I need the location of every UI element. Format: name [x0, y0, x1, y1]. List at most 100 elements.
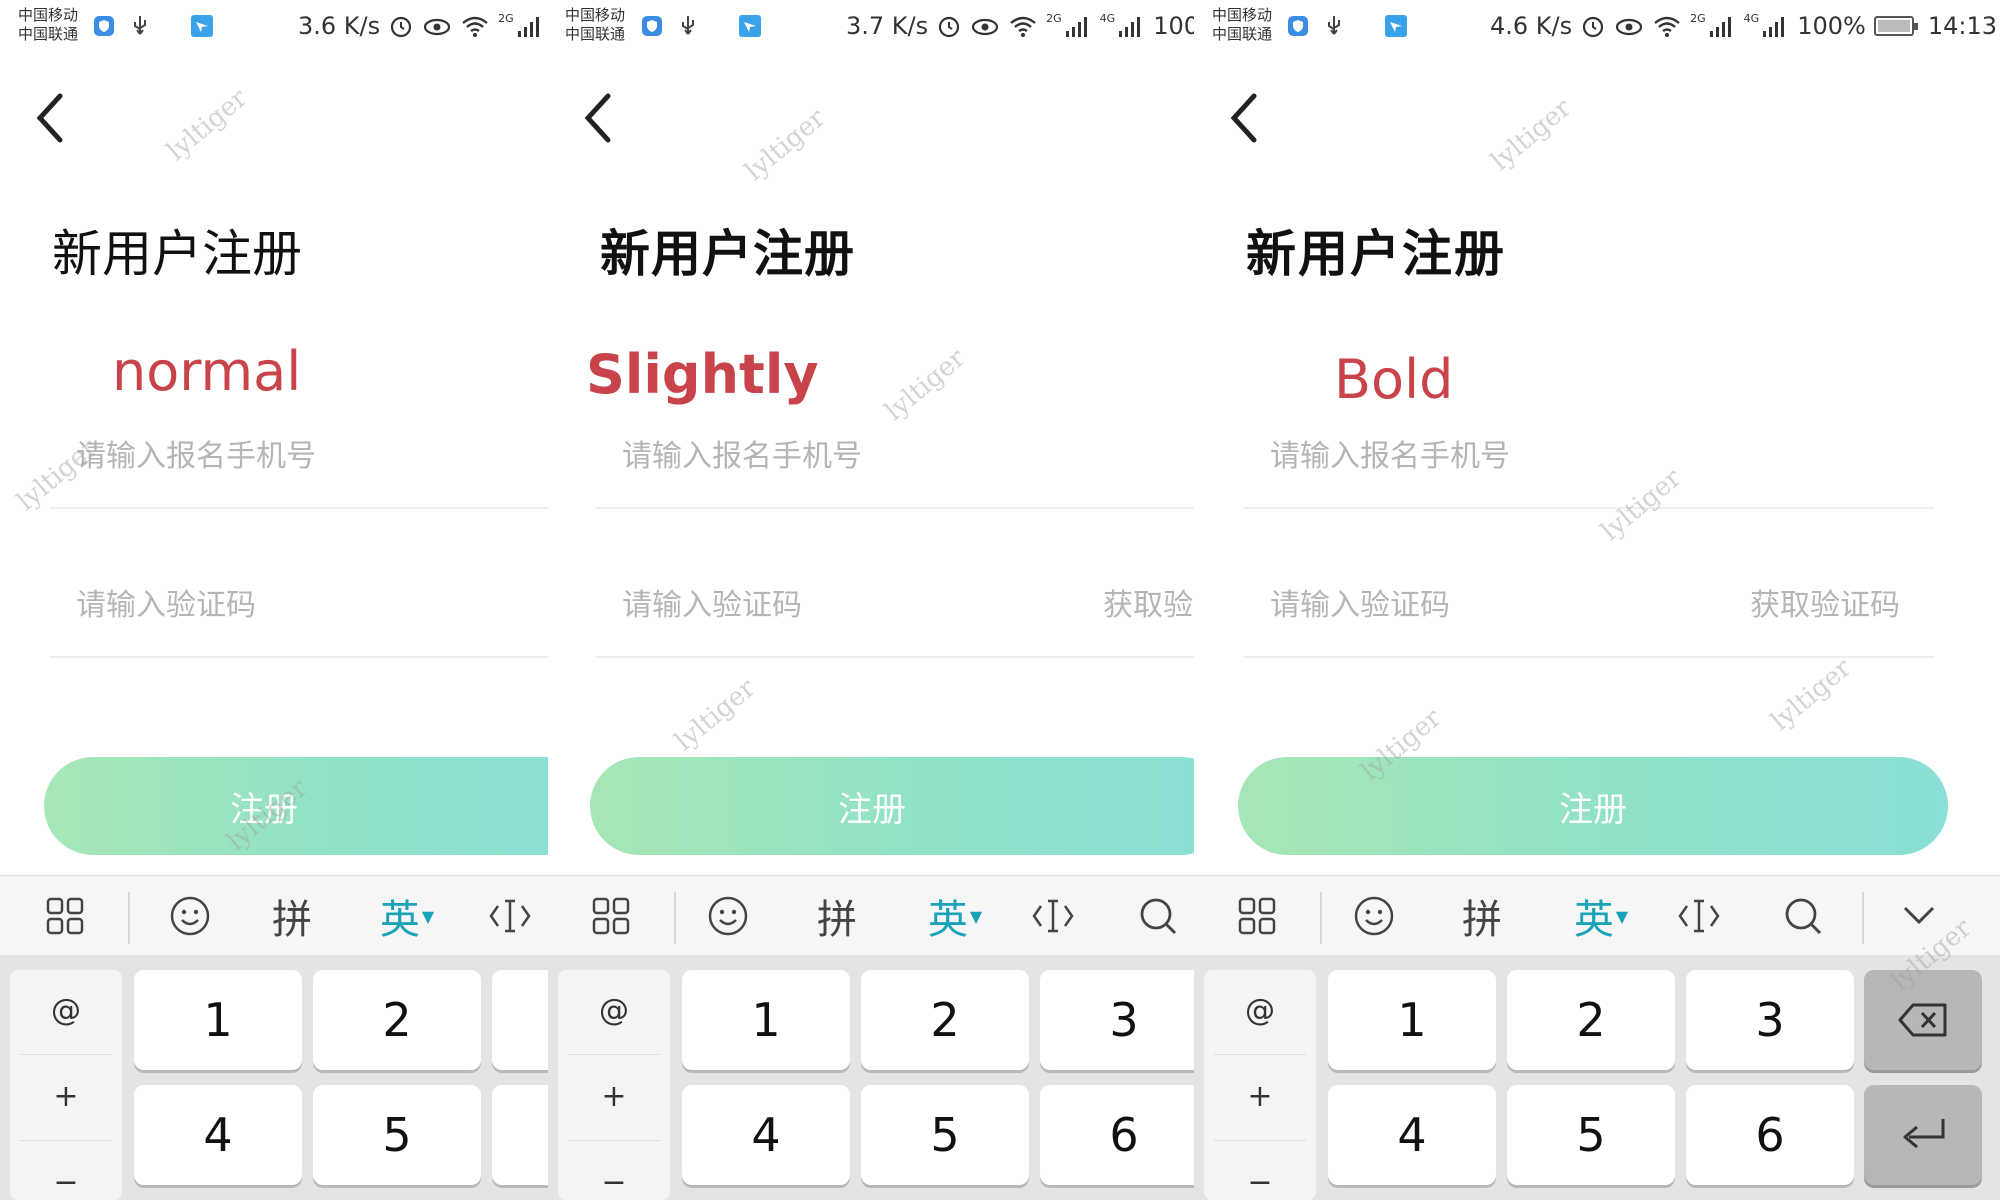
pinyin-key[interactable]: 拼 — [252, 876, 332, 956]
key-5[interactable]: 5 — [861, 1085, 1029, 1185]
get-code-button[interactable]: 获取验证码 — [1750, 580, 1900, 624]
key-2[interactable]: 2 — [313, 970, 481, 1070]
font-weight-label: normal — [112, 340, 302, 403]
grid-icon[interactable] — [1222, 876, 1292, 956]
eye-icon — [972, 18, 999, 36]
watermark: lyltiger — [161, 83, 254, 167]
emoji-icon[interactable] — [150, 876, 230, 956]
wifi-icon — [1010, 16, 1036, 37]
cursor-icon[interactable] — [470, 876, 548, 956]
phone-screen-normal: 中国移动 中国联通 3.6 K/s 2G 新用户注册 normal 请输入报名手… — [0, 0, 548, 1200]
backspace-key[interactable] — [1864, 970, 1982, 1070]
grid-icon[interactable] — [30, 876, 100, 956]
divider — [568, 1054, 660, 1055]
get-code-button[interactable]: 获取验 — [1103, 580, 1193, 624]
symbol-plus-key[interactable]: + — [1204, 1056, 1316, 1136]
alarm-icon — [1583, 16, 1604, 38]
symbol-at-key[interactable]: @ — [10, 970, 122, 1050]
register-button[interactable]: 注册 — [590, 757, 1194, 855]
emoji-icon[interactable] — [1334, 876, 1414, 956]
verification-code-input[interactable]: 请输入验证码 — [76, 580, 256, 650]
key-2[interactable]: 2 — [1507, 970, 1675, 1070]
pinyin-key[interactable]: 拼 — [797, 876, 877, 956]
phone-input[interactable]: 请输入报名手机号 — [1270, 431, 1510, 501]
key-4[interactable]: 4 — [682, 1085, 850, 1185]
cursor-icon[interactable] — [1013, 876, 1093, 956]
status-bar: 中国移动 中国联通 4.6 K/s 2G 4G 100% 14:13 — [1194, 0, 2000, 56]
register-button[interactable]: 注册 — [44, 757, 548, 855]
signal-icon — [517, 17, 539, 37]
key-1[interactable]: 1 — [682, 970, 850, 1070]
english-key[interactable]: 英 ▼ — [362, 876, 452, 956]
emoji-icon[interactable] — [688, 876, 768, 956]
symbol-plus-key[interactable]: + — [10, 1056, 122, 1136]
divider — [20, 1140, 112, 1141]
cursor-icon[interactable] — [1659, 876, 1739, 956]
battery-level: 100% — [1153, 12, 1194, 40]
key-6[interactable]: 6 — [492, 1085, 548, 1185]
grid-icon[interactable] — [576, 876, 646, 956]
verification-code-input[interactable]: 请输入验证码 — [622, 580, 802, 650]
net-type-label: 2G — [1046, 12, 1062, 25]
register-button-label: 注册 — [838, 789, 906, 830]
net-speed: 3.6 K/s — [298, 12, 381, 40]
toolbar-divider — [1862, 892, 1864, 944]
symbol-at-key[interactable]: @ — [558, 970, 670, 1050]
pinyin-key[interactable]: 拼 — [1442, 876, 1522, 956]
back-arrow-icon[interactable] — [30, 90, 70, 146]
usb-icon — [1328, 16, 1340, 35]
collapse-icon[interactable] — [1884, 876, 1954, 956]
key-5[interactable]: 5 — [313, 1085, 481, 1185]
usb-icon — [134, 16, 146, 35]
phone-input[interactable]: 请输入报名手机号 — [622, 431, 862, 501]
carrier-2: 中国联通 — [18, 25, 79, 43]
divider — [1244, 656, 1934, 658]
key-1[interactable]: 1 — [1328, 970, 1496, 1070]
backspace-icon — [1898, 1003, 1947, 1037]
english-key-label: 英 — [379, 897, 420, 943]
symbol-minus-key[interactable]: − — [1204, 1142, 1316, 1200]
toolbar-divider — [674, 892, 676, 944]
verification-code-input[interactable]: 请输入验证码 — [1270, 580, 1450, 650]
carrier-2: 中国联通 — [565, 25, 626, 43]
divider — [50, 656, 548, 658]
page-title: 新用户注册 — [1246, 225, 1506, 283]
phone-input[interactable]: 请输入报名手机号 — [76, 431, 316, 501]
key-6[interactable]: 6 — [1686, 1085, 1854, 1185]
key-3[interactable]: 3 — [492, 970, 548, 1070]
page-title: 新用户注册 — [52, 225, 302, 283]
search-icon[interactable] — [1123, 876, 1193, 956]
english-key[interactable]: 英 ▼ — [910, 876, 1000, 956]
symbol-minus-key[interactable]: − — [558, 1142, 670, 1200]
english-key[interactable]: 英 ▼ — [1556, 876, 1646, 956]
watermark: lyltiger — [739, 103, 832, 187]
watermark: lyltiger — [1485, 93, 1578, 177]
watermark: lyltiger — [879, 343, 972, 427]
key-4[interactable]: 4 — [134, 1085, 302, 1185]
key-3[interactable]: 3 — [1040, 970, 1194, 1070]
key-5[interactable]: 5 — [1507, 1085, 1675, 1185]
symbol-at-key[interactable]: @ — [1204, 970, 1316, 1050]
search-icon[interactable] — [1768, 876, 1838, 956]
key-3[interactable]: 3 — [1686, 970, 1854, 1070]
enter-icon — [1903, 1119, 1945, 1149]
alarm-icon — [391, 16, 412, 38]
english-key-label: 英 — [1573, 897, 1614, 943]
register-button-label: 注册 — [1559, 789, 1627, 830]
key-4[interactable]: 4 — [1328, 1085, 1496, 1185]
key-2[interactable]: 2 — [861, 970, 1029, 1070]
key-6[interactable]: 6 — [1040, 1085, 1194, 1185]
usb-icon — [682, 16, 694, 35]
symbol-plus-key[interactable]: + — [558, 1056, 670, 1136]
net-type-label: 2G — [498, 12, 514, 25]
register-button[interactable]: 注册 — [1238, 757, 1948, 855]
keyboard-toolbar: 拼 英 ▼ — [548, 875, 1194, 955]
key-1[interactable]: 1 — [134, 970, 302, 1070]
symbol-minus-key[interactable]: − — [10, 1142, 122, 1200]
enter-key[interactable] — [1864, 1085, 1982, 1185]
battery-icon — [1873, 16, 1918, 36]
eye-icon — [424, 18, 451, 36]
back-arrow-icon[interactable] — [1224, 90, 1264, 146]
status-bar: 中国移动 中国联通 3.6 K/s 2G — [0, 0, 548, 56]
back-arrow-icon[interactable] — [578, 90, 618, 146]
